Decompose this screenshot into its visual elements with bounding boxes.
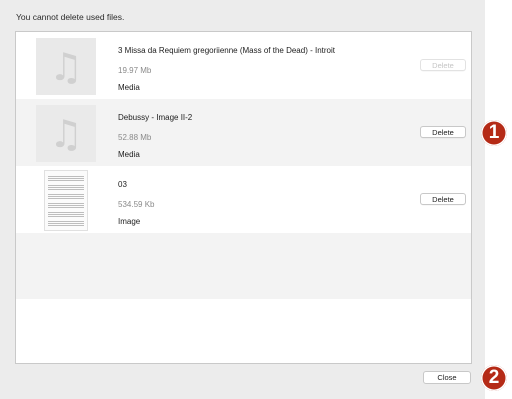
callout-badge: 2 bbox=[481, 365, 507, 391]
file-row[interactable]: 03 534.59 Kb Image Delete bbox=[16, 166, 471, 233]
file-title: 03 bbox=[118, 180, 127, 189]
delete-button[interactable]: Delete bbox=[420, 193, 466, 205]
file-type: Image bbox=[118, 217, 141, 226]
file-list[interactable]: ♫ 3 Missa da Requiem gregoriienne (Mass … bbox=[15, 31, 472, 364]
music-note-icon: ♫ bbox=[48, 111, 84, 156]
file-row[interactable]: ♫ 3 Missa da Requiem gregoriienne (Mass … bbox=[16, 32, 471, 99]
file-title: Debussy - Image II-2 bbox=[118, 113, 193, 122]
callout-badge: 1 bbox=[481, 120, 507, 146]
file-size: 19.97 Mb bbox=[118, 66, 152, 75]
file-size: 52.88 Mb bbox=[118, 133, 152, 142]
file-type: Media bbox=[118, 150, 140, 159]
file-type: Media bbox=[118, 83, 140, 92]
file-row[interactable]: ♫ Debussy - Image II-2 52.88 Mb Media De… bbox=[16, 99, 471, 166]
media-thumbnail: ♫ bbox=[36, 105, 96, 162]
sheet-music-thumbnail bbox=[44, 170, 88, 231]
file-title: 3 Missa da Requiem gregoriienne (Mass of… bbox=[118, 46, 335, 55]
empty-row bbox=[16, 233, 471, 299]
close-button[interactable]: Close bbox=[423, 371, 471, 384]
media-thumbnail: ♫ bbox=[36, 38, 96, 95]
delete-files-dialog: You cannot delete used files. ♫ 3 Missa … bbox=[0, 0, 485, 399]
delete-button: Delete bbox=[420, 59, 466, 71]
music-note-icon: ♫ bbox=[48, 44, 84, 89]
file-size: 534.59 Kb bbox=[118, 200, 155, 209]
notice-text: You cannot delete used files. bbox=[16, 12, 125, 22]
delete-button[interactable]: Delete bbox=[420, 126, 466, 138]
